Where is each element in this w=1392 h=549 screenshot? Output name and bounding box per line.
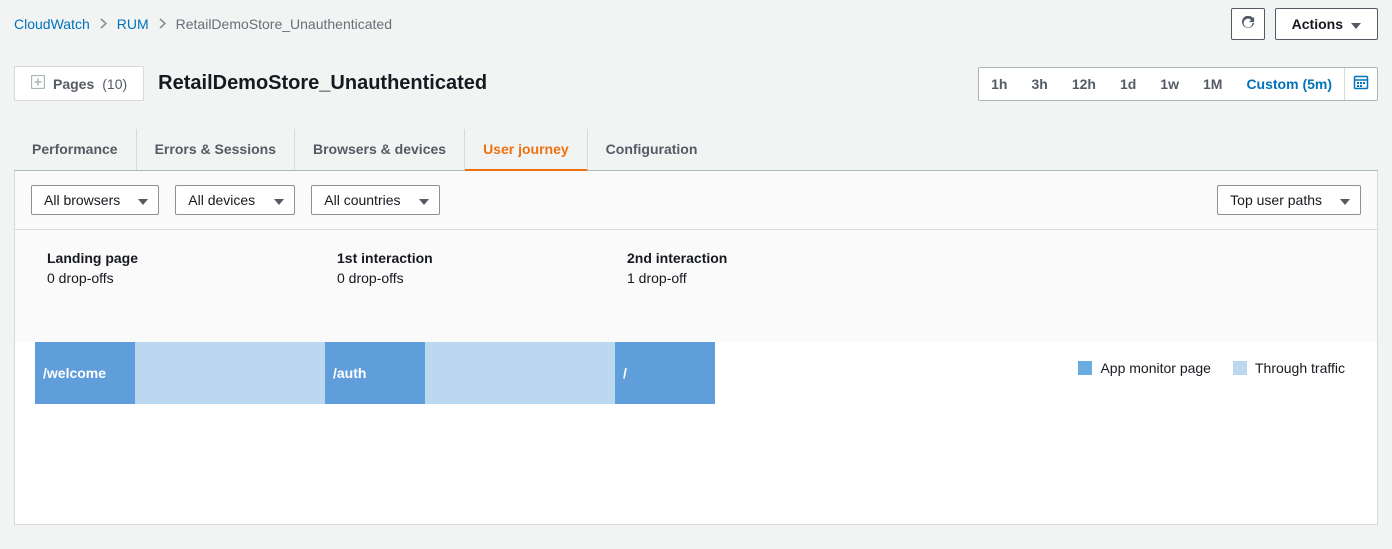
time-range-12h[interactable]: 12h [1060, 67, 1108, 101]
legend-label-app: App monitor page [1100, 360, 1211, 376]
legend: App monitor page Through traffic [1078, 360, 1345, 376]
calendar-button[interactable] [1344, 68, 1377, 100]
chevron-down-icon [274, 192, 284, 208]
page-title: RetailDemoStore_Unauthenticated [158, 72, 487, 95]
pages-button[interactable]: Pages (10) [14, 66, 144, 101]
chevron-right-icon [159, 16, 166, 32]
paths-select-label: Top user paths [1230, 192, 1322, 208]
legend-swatch-app [1078, 361, 1092, 375]
actions-label: Actions [1292, 16, 1343, 32]
chevron-down-icon [1351, 16, 1361, 32]
devices-select-label: All devices [188, 192, 255, 208]
journey-seg-root[interactable]: / [615, 342, 715, 404]
chevron-down-icon [1340, 192, 1350, 208]
journey-step-title: 1st interaction [337, 250, 627, 266]
pages-count: (10) [102, 76, 127, 92]
time-range-1h[interactable]: 1h [979, 67, 1019, 101]
tab-errors-sessions[interactable]: Errors & Sessions [137, 129, 295, 170]
legend-swatch-through [1233, 361, 1247, 375]
journey-step-2nd: 2nd interaction 1 drop-off [627, 250, 917, 286]
refresh-button[interactable] [1231, 8, 1265, 40]
time-range-3h[interactable]: 3h [1019, 67, 1059, 101]
breadcrumb-cloudwatch[interactable]: CloudWatch [14, 16, 90, 32]
actions-button[interactable]: Actions [1275, 8, 1378, 40]
breadcrumb-rum[interactable]: RUM [117, 16, 149, 32]
countries-select[interactable]: All countries [311, 185, 439, 215]
chevron-down-icon [419, 192, 429, 208]
journey-seg-auth[interactable]: /auth [325, 342, 425, 404]
tabs: Performance Errors & Sessions Browsers &… [14, 129, 1378, 171]
time-range-1w[interactable]: 1w [1148, 67, 1191, 101]
browsers-select[interactable]: All browsers [31, 185, 159, 215]
chevron-down-icon [138, 192, 148, 208]
journey-seg-through [135, 342, 325, 404]
breadcrumb-current: RetailDemoStore_Unauthenticated [176, 16, 392, 32]
breadcrumb: CloudWatch RUM RetailDemoStore_Unauthent… [14, 16, 392, 32]
journey-step-landing: Landing page 0 drop-offs [47, 250, 337, 286]
countries-select-label: All countries [324, 192, 400, 208]
devices-select[interactable]: All devices [175, 185, 295, 215]
journey-step-dropoffs: 0 drop-offs [337, 270, 627, 286]
plus-square-icon [31, 75, 45, 92]
tab-browsers-devices[interactable]: Browsers & devices [295, 129, 465, 170]
paths-select[interactable]: Top user paths [1217, 185, 1361, 215]
legend-label-through: Through traffic [1255, 360, 1345, 376]
journey-step-title: Landing page [47, 250, 337, 266]
tab-user-journey[interactable]: User journey [465, 129, 588, 171]
chevron-right-icon [100, 16, 107, 32]
browsers-select-label: All browsers [44, 192, 120, 208]
time-range-1d[interactable]: 1d [1108, 67, 1148, 101]
tab-configuration[interactable]: Configuration [588, 129, 716, 170]
journey-seg-through [425, 342, 615, 404]
journey-step-dropoffs: 1 drop-off [627, 270, 917, 286]
time-range: 1h 3h 12h 1d 1w 1M Custom (5m) [978, 67, 1378, 101]
time-range-1M[interactable]: 1M [1191, 67, 1234, 101]
journey-seg-welcome[interactable]: /welcome [35, 342, 135, 404]
pages-label: Pages [53, 76, 94, 92]
journey-step-title: 2nd interaction [627, 250, 917, 266]
journey-step-1st: 1st interaction 0 drop-offs [337, 250, 627, 286]
refresh-icon [1241, 16, 1255, 33]
calendar-icon [1353, 74, 1369, 93]
tab-performance[interactable]: Performance [14, 129, 137, 170]
time-range-custom[interactable]: Custom (5m) [1234, 67, 1344, 101]
journey-step-dropoffs: 0 drop-offs [47, 270, 337, 286]
